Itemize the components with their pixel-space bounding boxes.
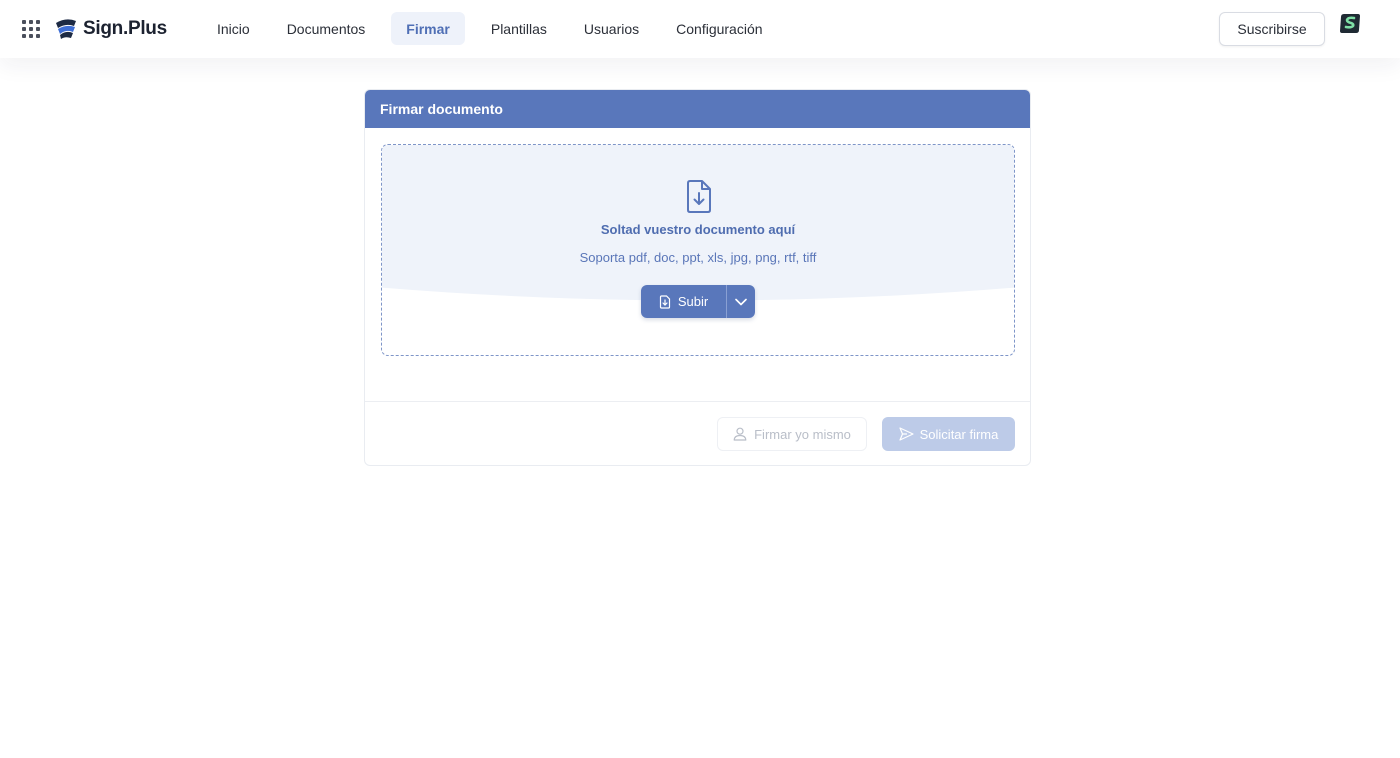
apps-grid-icon[interactable]: [22, 20, 40, 38]
file-upload-icon: [659, 294, 670, 309]
request-signature-button[interactable]: Solicitar firma: [882, 417, 1015, 451]
dropzone-title: Soltad vuestro documento aquí: [600, 222, 796, 237]
top-bar: Sign.Plus Inicio Documentos Firmar Plant…: [0, 0, 1400, 58]
brand-logo[interactable]: Sign.Plus: [54, 16, 167, 42]
nav-item-firmar[interactable]: Firmar: [391, 12, 465, 45]
nav-item-plantillas[interactable]: Plantillas: [480, 12, 558, 45]
file-dropzone[interactable]: Soltad vuestro documento aquí Soporta pd…: [381, 144, 1015, 356]
document-download-icon: [687, 180, 711, 213]
user-avatar-icon[interactable]: [1339, 12, 1361, 34]
nav-item-inicio[interactable]: Inicio: [206, 12, 261, 45]
upload-button[interactable]: Subir: [641, 285, 726, 318]
sign-myself-label: Firmar yo mismo: [754, 426, 851, 442]
upload-options-dropdown[interactable]: [726, 285, 755, 318]
brand-name: Sign.Plus: [83, 18, 167, 39]
nav-item-documentos[interactable]: Documentos: [276, 12, 377, 45]
request-signature-label: Solicitar firma: [919, 426, 999, 442]
nav-item-configuracion[interactable]: Configuración: [665, 12, 773, 45]
sign-myself-button[interactable]: Firmar yo mismo: [717, 417, 867, 451]
supported-formats-text: Soporta pdf, doc, ppt, xls, jpg, png, rt…: [579, 250, 817, 265]
main-nav: Inicio Documentos Firmar Plantillas Usua…: [206, 12, 789, 45]
subscribe-button[interactable]: Suscribirse: [1219, 12, 1325, 46]
card-title: Firmar documento: [365, 90, 1030, 128]
upload-button-label: Subir: [677, 294, 709, 309]
sign-document-card: Firmar documento Soltad vuestro document…: [364, 89, 1031, 466]
upload-split-button: Subir: [641, 285, 755, 318]
footer-divider: [365, 401, 1030, 402]
nav-item-usuarios[interactable]: Usuarios: [573, 12, 650, 45]
chevron-down-icon: [735, 298, 747, 305]
send-icon: [899, 427, 914, 441]
user-icon: [733, 427, 747, 441]
logo-icon: [56, 19, 76, 39]
